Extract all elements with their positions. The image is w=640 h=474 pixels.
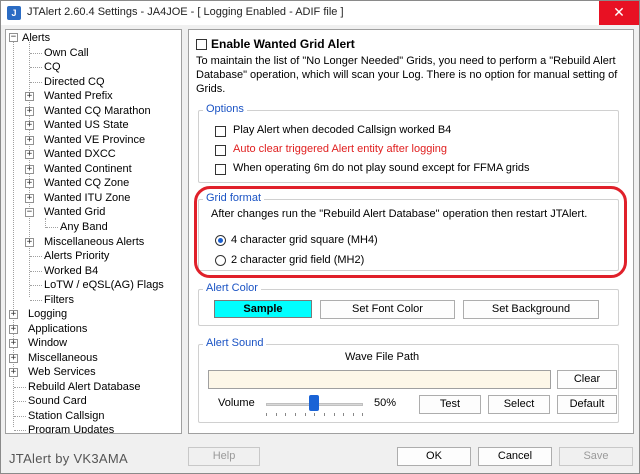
tree-connector (30, 256, 42, 257)
tree-item-rebuild-alert-database[interactable]: Rebuild Alert Database (28, 380, 141, 394)
tree-connector (30, 271, 42, 272)
tree-connector (30, 53, 42, 54)
tree-connector (30, 300, 42, 301)
tree-item-worked-b4[interactable]: Worked B4 (44, 264, 98, 278)
grid-format-group-title: Grid format (203, 192, 265, 204)
expand-icon[interactable]: + (9, 310, 18, 319)
tree-item-miscellaneous-alerts[interactable]: Miscellaneous Alerts (44, 235, 144, 249)
tree-item-web-services[interactable]: Web Services (28, 365, 96, 379)
tree-item-directed-cq[interactable]: Directed CQ (44, 75, 105, 89)
settings-window: J JTAlert 2.60.4 Settings - JA4JOE - [ L… (0, 0, 640, 474)
alert-color-group-title: Alert Color (203, 282, 261, 294)
options-group-title: Options (203, 103, 247, 115)
expand-icon[interactable]: + (25, 194, 34, 203)
tree-connector (14, 430, 26, 431)
expand-icon[interactable]: + (25, 165, 34, 174)
tree-item-own-call[interactable]: Own Call (44, 46, 89, 60)
help-button[interactable]: Help (188, 447, 260, 466)
cancel-button[interactable]: Cancel (478, 447, 552, 466)
expand-icon[interactable]: + (25, 107, 34, 116)
expand-icon[interactable]: + (9, 368, 18, 377)
tree-item-wanted-cq-marathon[interactable]: Wanted CQ Marathon (44, 104, 151, 118)
tree-connector (46, 227, 58, 228)
auto-clear-alert-label[interactable]: Auto clear triggered Alert entity after … (233, 143, 447, 155)
test-sound-button[interactable]: Test (419, 395, 481, 414)
volume-slider-thumb[interactable] (309, 395, 319, 411)
tree-connector (30, 285, 42, 286)
expand-icon[interactable]: + (25, 121, 34, 130)
app-icon: J (7, 6, 21, 20)
tree-connector (14, 401, 26, 402)
enable-wanted-grid-checkbox[interactable] (196, 39, 207, 50)
tree-item-wanted-itu-zone[interactable]: Wanted ITU Zone (44, 191, 130, 205)
expand-icon[interactable]: + (9, 325, 18, 334)
play-alert-worked-b4-label[interactable]: Play Alert when decoded Callsign worked … (233, 124, 451, 136)
expand-icon[interactable]: + (25, 179, 34, 188)
close-button[interactable]: ✕ (599, 1, 639, 25)
tree-item-miscellaneous[interactable]: Miscellaneous (28, 351, 98, 365)
settings-tree[interactable]: − Alerts Own Call CQ Directed CQ + Wante… (5, 29, 182, 434)
expand-icon[interactable]: + (9, 354, 18, 363)
six-meter-ffma-label[interactable]: When operating 6m do not play sound exce… (233, 162, 530, 174)
tree-connector (30, 82, 42, 83)
volume-slider-ticks (266, 413, 363, 417)
clear-button[interactable]: Clear (557, 370, 617, 389)
wave-file-path-header: Wave File Path (345, 351, 420, 363)
tree-item-any-band[interactable]: Any Band (60, 220, 108, 234)
tree-item-wanted-us-state[interactable]: Wanted US State (44, 118, 129, 132)
mh2-radio[interactable] (215, 255, 226, 266)
tree-item-sound-card[interactable]: Sound Card (28, 394, 87, 408)
tree-item-wanted-ve-province[interactable]: Wanted VE Province (44, 133, 145, 147)
tree-item-lotw-eqsl-flags[interactable]: LoTW / eQSL(AG) Flags (44, 278, 164, 292)
tree-item-program-updates[interactable]: Program Updates (28, 423, 114, 433)
six-meter-ffma-checkbox[interactable] (215, 164, 226, 175)
grid-format-note: After changes run the "Rebuild Alert Dat… (211, 208, 588, 220)
play-alert-worked-b4-checkbox[interactable] (215, 126, 226, 137)
tree-item-wanted-prefix[interactable]: Wanted Prefix (44, 89, 113, 103)
collapse-icon[interactable]: − (25, 208, 34, 217)
expand-icon[interactable]: + (9, 339, 18, 348)
mh2-radio-label[interactable]: 2 character grid field (MH2) (231, 254, 364, 266)
tree-item-wanted-grid[interactable]: Wanted Grid (44, 205, 105, 219)
alert-color-sample: Sample (214, 300, 312, 318)
alert-sound-group-title: Alert Sound (203, 337, 267, 349)
wave-file-path-field[interactable] (208, 370, 551, 389)
tree-item-station-callsign[interactable]: Station Callsign (28, 409, 104, 423)
tree-item-window[interactable]: Window (28, 336, 67, 350)
panel-description: To maintain the list of "No Longer Neede… (196, 55, 618, 95)
expand-icon[interactable]: + (25, 238, 34, 247)
tree-item-applications[interactable]: Applications (28, 322, 87, 336)
tree-item-wanted-continent[interactable]: Wanted Continent (44, 162, 132, 176)
save-button[interactable]: Save (559, 447, 633, 466)
set-font-color-button[interactable]: Set Font Color (320, 300, 455, 319)
expand-icon[interactable]: + (25, 136, 34, 145)
auto-clear-alert-checkbox[interactable] (215, 145, 226, 156)
tree-item-wanted-dxcc[interactable]: Wanted DXCC (44, 147, 116, 161)
tree-item-filters[interactable]: Filters (44, 293, 74, 307)
collapse-icon[interactable]: − (9, 33, 18, 42)
tree-item-alerts-priority[interactable]: Alerts Priority (44, 249, 109, 263)
tree-connector (14, 387, 26, 388)
expand-icon[interactable]: + (25, 150, 34, 159)
window-title: JTAlert 2.60.4 Settings - JA4JOE - [ Log… (27, 6, 344, 18)
tree-connector (14, 416, 26, 417)
set-background-button[interactable]: Set Background (463, 300, 599, 319)
tree-item-cq[interactable]: CQ (44, 60, 61, 74)
mh4-radio-label[interactable]: 4 character grid square (MH4) (231, 234, 378, 246)
select-sound-button[interactable]: Select (488, 395, 550, 414)
mh4-radio[interactable] (215, 235, 226, 246)
title-bar: J JTAlert 2.60.4 Settings - JA4JOE - [ L… (1, 1, 639, 25)
brand-label: JTAlert by VK3AMA (9, 451, 129, 466)
tree-item-wanted-cq-zone[interactable]: Wanted CQ Zone (44, 176, 129, 190)
volume-label: Volume (218, 397, 255, 409)
tree-item-logging[interactable]: Logging (28, 307, 67, 321)
enable-wanted-grid-label[interactable]: Enable Wanted Grid Alert (211, 37, 355, 51)
expand-icon[interactable]: + (25, 92, 34, 101)
tree-item-alerts[interactable]: Alerts (22, 31, 50, 45)
ok-button[interactable]: OK (397, 447, 471, 466)
default-sound-button[interactable]: Default (557, 395, 617, 414)
volume-value: 50% (374, 397, 397, 409)
tree-connector (30, 67, 42, 68)
